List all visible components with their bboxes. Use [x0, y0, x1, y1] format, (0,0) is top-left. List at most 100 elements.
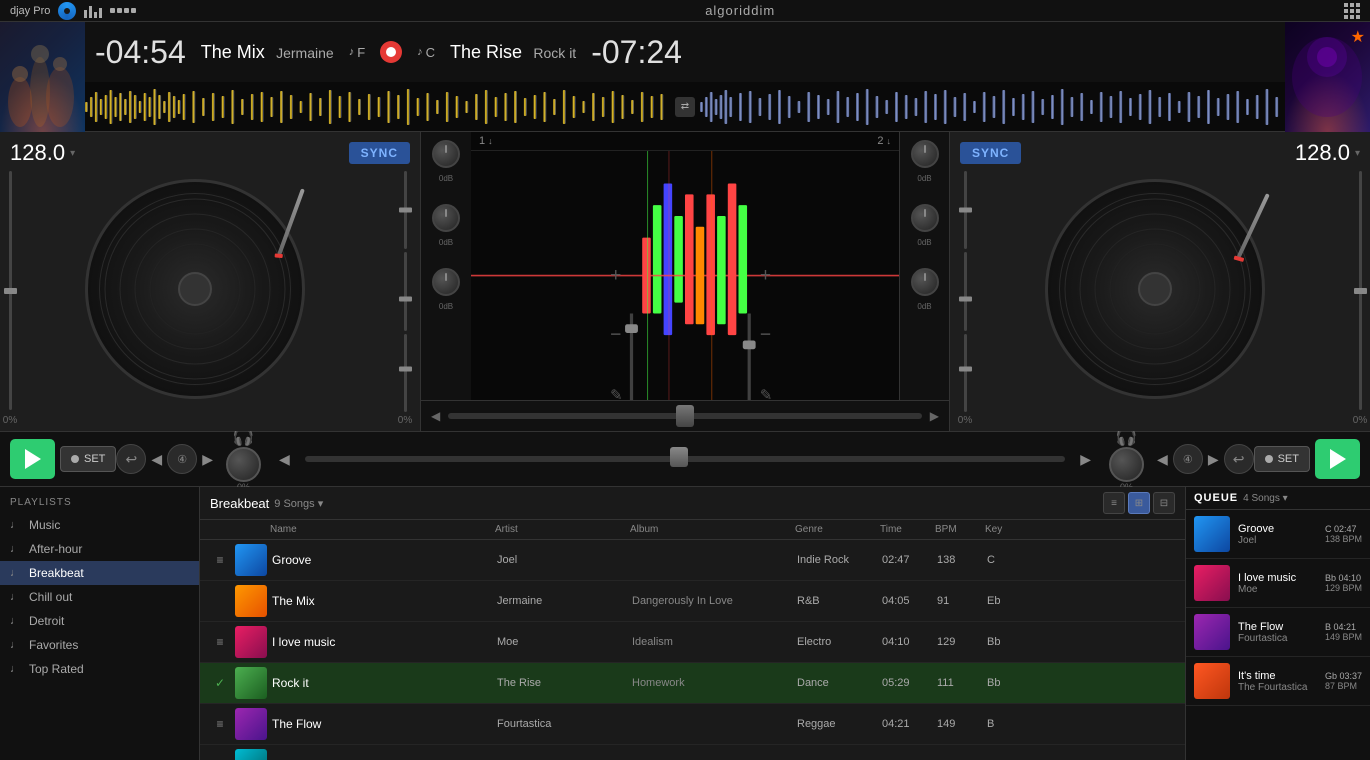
right-waveform[interactable]: [700, 87, 1285, 127]
crossfader-control-track[interactable]: [305, 456, 1066, 462]
crossfader-handle[interactable]: [676, 405, 694, 427]
right-next-button[interactable]: ▶: [1203, 446, 1224, 473]
queue-list-item[interactable]: The Flow Fourtastica B 04:21 149 BPM: [1186, 608, 1370, 657]
right-mid-knob[interactable]: [911, 204, 939, 232]
sidebar-item-breakbeat[interactable]: ♩ Breakbeat: [0, 561, 199, 585]
col-header-time[interactable]: Time: [880, 524, 930, 535]
queue-list-item[interactable]: I love music Moe Bb 04:10 129 BPM: [1186, 559, 1370, 608]
sidebar-item-detroit[interactable]: ♩ Detroit: [0, 609, 199, 633]
left-low-knob[interactable]: [432, 268, 460, 296]
viz-container[interactable]: 1 ↓ 2 ↓: [471, 132, 899, 400]
right-track-thumb[interactable]: ★: [1285, 22, 1370, 132]
col-header-artist[interactable]: Artist: [495, 524, 625, 535]
right-loop-count-button[interactable]: ④: [1173, 444, 1203, 474]
waveform-display[interactable]: ⇄: [85, 82, 1285, 131]
track-row[interactable]: ≡ I love music Moe Idealism Electro 04:1…: [200, 622, 1185, 663]
waveform-nav-btn[interactable]: ⇄: [675, 97, 695, 117]
left-pitch-knob[interactable]: [4, 288, 17, 294]
tracks-scroll[interactable]: ≡ Groove Joel Indie Rock 02:47 138 C The…: [200, 540, 1185, 760]
track-row[interactable]: Star Dust DJ Starr Classic Dance 04:25 1…: [200, 745, 1185, 760]
left-turntable[interactable]: [85, 179, 305, 399]
crossfader-track[interactable]: [448, 413, 922, 419]
tile-view-btn[interactable]: ⊟: [1153, 492, 1175, 514]
right-eq-percent: 0%: [958, 415, 972, 426]
grid-view-btn[interactable]: ⊞: [1128, 492, 1150, 514]
left-eq-slider-3[interactable]: [404, 334, 407, 412]
col-header-album[interactable]: Album: [630, 524, 790, 535]
left-loop-button[interactable]: ↩: [116, 444, 146, 474]
left-eq-handle-2[interactable]: [399, 297, 412, 302]
left-sync-button[interactable]: SYNC: [349, 142, 410, 164]
left-track-thumb[interactable]: [0, 22, 85, 132]
songs-count-label[interactable]: 9 Songs ▾: [274, 497, 323, 510]
right-volume-knob[interactable]: [1109, 447, 1144, 482]
crossfader-control-handle[interactable]: [670, 447, 688, 467]
right-pitch-slider[interactable]: [1359, 171, 1362, 410]
left-eq-handle-1[interactable]: [399, 208, 412, 213]
left-prev-button[interactable]: ◀: [146, 446, 167, 473]
right-pitch-knob[interactable]: [1354, 288, 1367, 294]
track-row[interactable]: ✓ Rock it The Rise Homework Dance 05:29 …: [200, 663, 1185, 704]
left-eq-slider-2[interactable]: [404, 252, 407, 330]
left-low-label: 0dB: [439, 302, 453, 311]
right-prev-button[interactable]: ◀: [1152, 446, 1173, 473]
left-pitch-slider[interactable]: [9, 171, 12, 410]
queue-count-label[interactable]: 4 Songs ▾: [1243, 493, 1288, 504]
sidebar-item-top-rated[interactable]: ♩ Top Rated: [0, 657, 199, 681]
right-eq-slider-1[interactable]: [964, 171, 967, 249]
dots-icon[interactable]: [110, 8, 136, 13]
grid-icon[interactable]: [1344, 3, 1360, 19]
col-header-bpm[interactable]: BPM: [935, 524, 980, 535]
cf-left-arrow-icon[interactable]: ◀: [431, 409, 440, 423]
track-row[interactable]: ≡ The Flow Fourtastica Reggae 04:21 149 …: [200, 704, 1185, 745]
right-eq-handle-3[interactable]: [959, 366, 972, 371]
track-name-cell: The Flow: [272, 717, 492, 731]
track-row[interactable]: ≡ Groove Joel Indie Rock 02:47 138 C: [200, 540, 1185, 581]
left-play-button[interactable]: [10, 439, 55, 479]
right-eq-handle-1[interactable]: [959, 208, 972, 213]
right-turntable[interactable]: [1045, 179, 1265, 399]
col-header-genre[interactable]: Genre: [795, 524, 875, 535]
right-eq-slider-3[interactable]: [964, 334, 967, 412]
record-icon[interactable]: [58, 2, 76, 20]
left-volume-knob[interactable]: [226, 447, 261, 482]
bars-icon[interactable]: [84, 4, 102, 18]
cf-right-arrow-icon[interactable]: ▶: [930, 409, 939, 423]
sidebar-item-after-hour[interactable]: ♩ After-hour: [0, 537, 199, 561]
right-bpm-arrow[interactable]: ▾: [1355, 148, 1360, 159]
left-eq-slider-1[interactable]: [404, 171, 407, 249]
sidebar-item-favorites[interactable]: ♩ Favorites: [0, 633, 199, 657]
right-low-knob[interactable]: [911, 268, 939, 296]
left-bpm-arrow[interactable]: ▾: [70, 148, 75, 159]
dj-section: 128.0 ▾ SYNC 0%: [0, 132, 1370, 432]
queue-list-item[interactable]: Groove Joel C 02:47 138 BPM: [1186, 510, 1370, 559]
sidebar-item-chill-out[interactable]: ♩ Chill out: [0, 585, 199, 609]
left-eq-handle-3[interactable]: [399, 366, 412, 371]
left-waveform[interactable]: [85, 87, 670, 127]
left-loop-count-button[interactable]: ④: [167, 444, 197, 474]
track-row[interactable]: The Mix Jermaine Dangerously In Love R&B…: [200, 581, 1185, 622]
sidebar-item-music[interactable]: ♩ Music: [0, 513, 199, 537]
cf-left-btn[interactable]: ◀: [274, 446, 295, 473]
left-set-button[interactable]: SET: [60, 446, 116, 472]
right-play-button[interactable]: [1315, 439, 1360, 479]
right-eq-slider-2[interactable]: [964, 252, 967, 330]
left-high-knob[interactable]: [432, 140, 460, 168]
right-loop-button[interactable]: ↩: [1224, 444, 1254, 474]
left-next-button[interactable]: ▶: [197, 446, 218, 473]
right-eq-handle-2[interactable]: [959, 297, 972, 302]
left-set-dot-icon: [71, 455, 79, 463]
cf-right-btn[interactable]: ▶: [1075, 446, 1096, 473]
left-high-label: 0dB: [439, 174, 453, 183]
left-play-icon: [25, 449, 41, 469]
right-eq-area: 0%: [950, 166, 980, 431]
right-set-button[interactable]: SET: [1254, 446, 1310, 472]
record-button[interactable]: [380, 41, 402, 63]
right-high-knob[interactable]: [911, 140, 939, 168]
left-mid-knob[interactable]: [432, 204, 460, 232]
right-sync-button[interactable]: SYNC: [960, 142, 1021, 164]
queue-list-item[interactable]: It's time The Fourtastica Gb 03:37 87 BP…: [1186, 657, 1370, 706]
col-header-key[interactable]: Key: [985, 524, 1025, 535]
col-header-name[interactable]: Name: [270, 524, 490, 535]
list-view-btn[interactable]: ≡: [1103, 492, 1125, 514]
